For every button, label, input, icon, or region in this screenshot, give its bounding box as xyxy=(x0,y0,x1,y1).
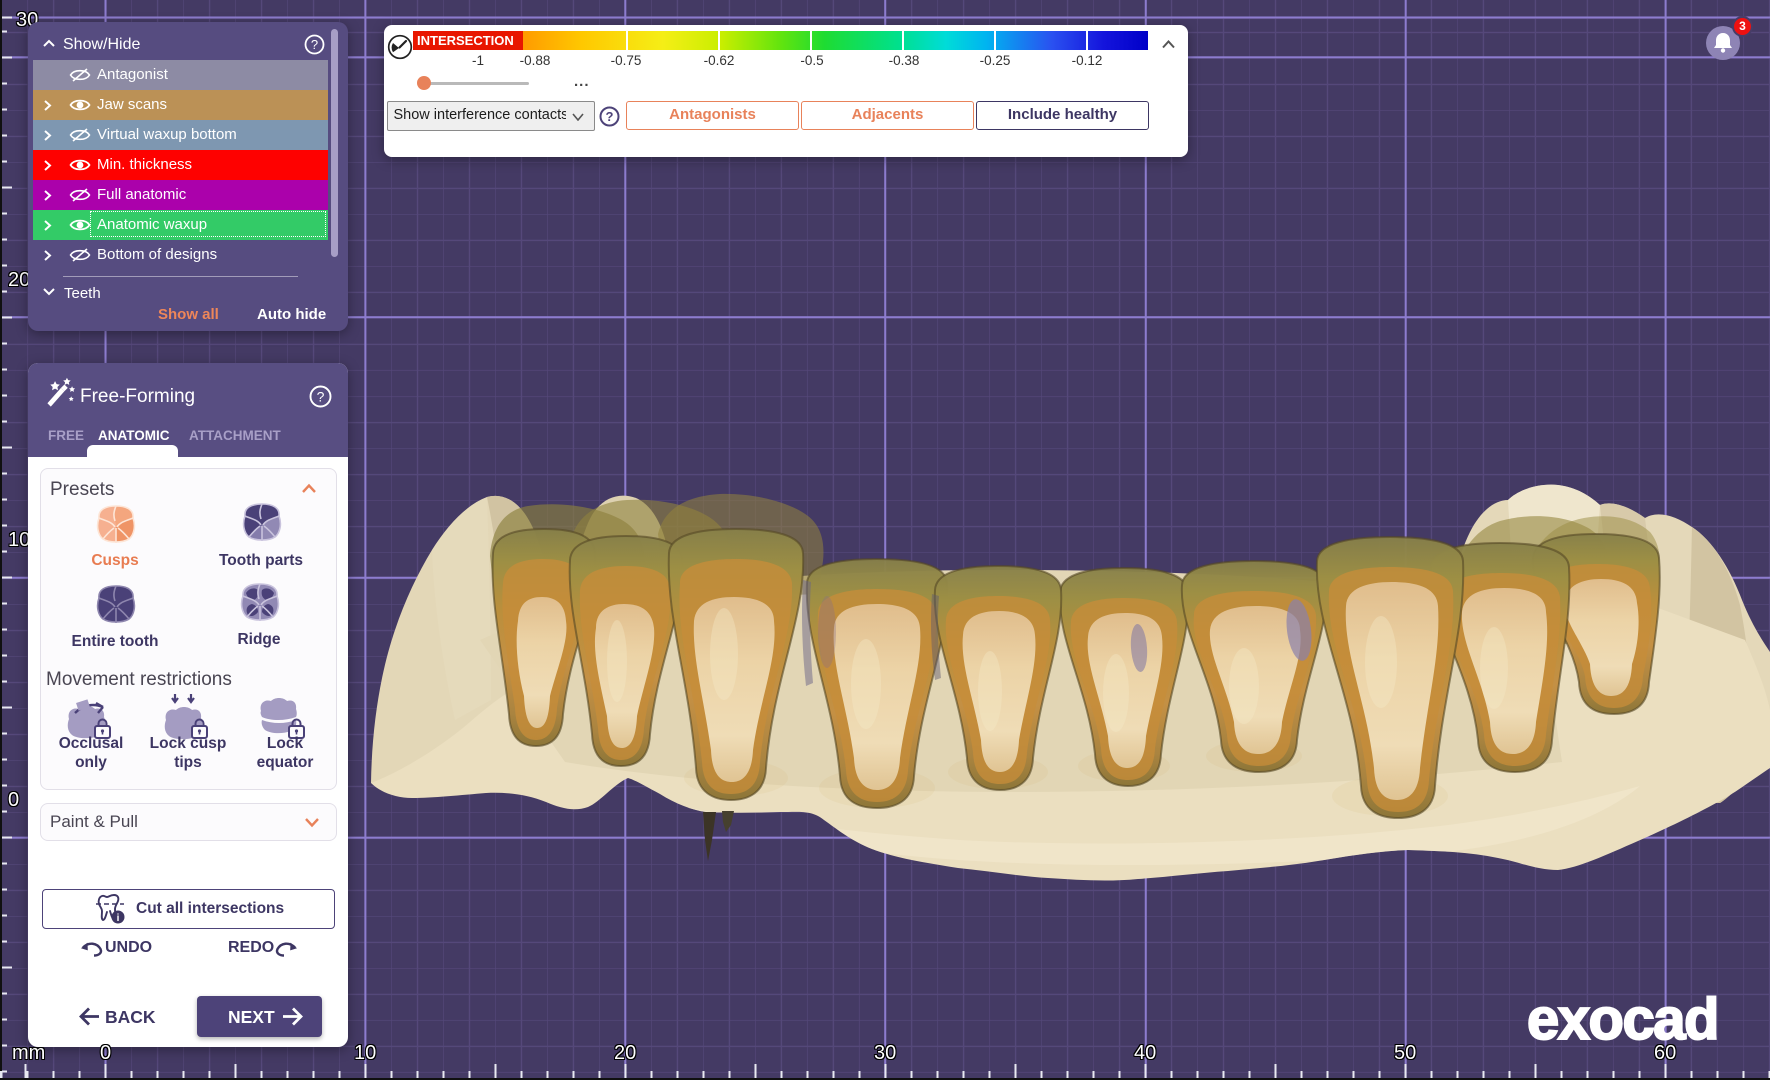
svg-text:?: ? xyxy=(317,389,325,405)
svg-text:i: i xyxy=(117,913,120,924)
svg-text:?: ? xyxy=(311,37,318,52)
svg-text:?: ? xyxy=(606,109,614,124)
